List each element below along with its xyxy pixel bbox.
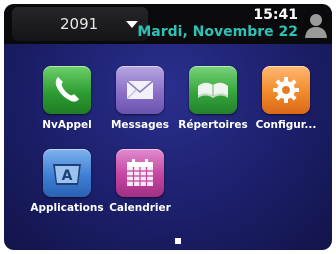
- app-label: Répertoires: [178, 119, 248, 131]
- applications-tile[interactable]: A: [43, 149, 91, 197]
- nvappel-tile[interactable]: [43, 66, 91, 114]
- gear-icon: [273, 77, 299, 103]
- open-book-icon: [198, 82, 228, 98]
- line-selector[interactable]: 2091: [12, 7, 148, 41]
- clock-date: Mardi, Novembre 22: [137, 24, 298, 40]
- phone-icon: [55, 77, 79, 102]
- svg-text:A: A: [62, 168, 73, 184]
- line-number: 2091: [60, 15, 99, 33]
- app-label: Applications: [30, 202, 104, 214]
- app-label: Configur...: [255, 119, 317, 131]
- calendar-icon: [127, 159, 153, 186]
- applications-icon: A: [53, 164, 81, 185]
- app-label: NvAppel: [42, 119, 92, 131]
- messages-tile[interactable]: [116, 66, 164, 114]
- calendrier-tile[interactable]: [116, 149, 164, 197]
- chevron-down-icon[interactable]: [126, 21, 138, 28]
- app-label: Messages: [110, 119, 170, 131]
- phone-screen: 2091 15:41 Mardi, Novembre 22 NvAppel Me…: [4, 4, 332, 250]
- app-label: Calendrier: [109, 202, 171, 214]
- clock-time: 15:41: [253, 7, 298, 23]
- envelope-icon: [126, 80, 154, 100]
- page-indicator: [175, 238, 181, 244]
- status-bar: 2091 15:41 Mardi, Novembre 22: [4, 4, 332, 44]
- user-icon[interactable]: [304, 12, 328, 38]
- configuration-tile[interactable]: [262, 66, 310, 114]
- repertoires-tile[interactable]: [189, 66, 237, 114]
